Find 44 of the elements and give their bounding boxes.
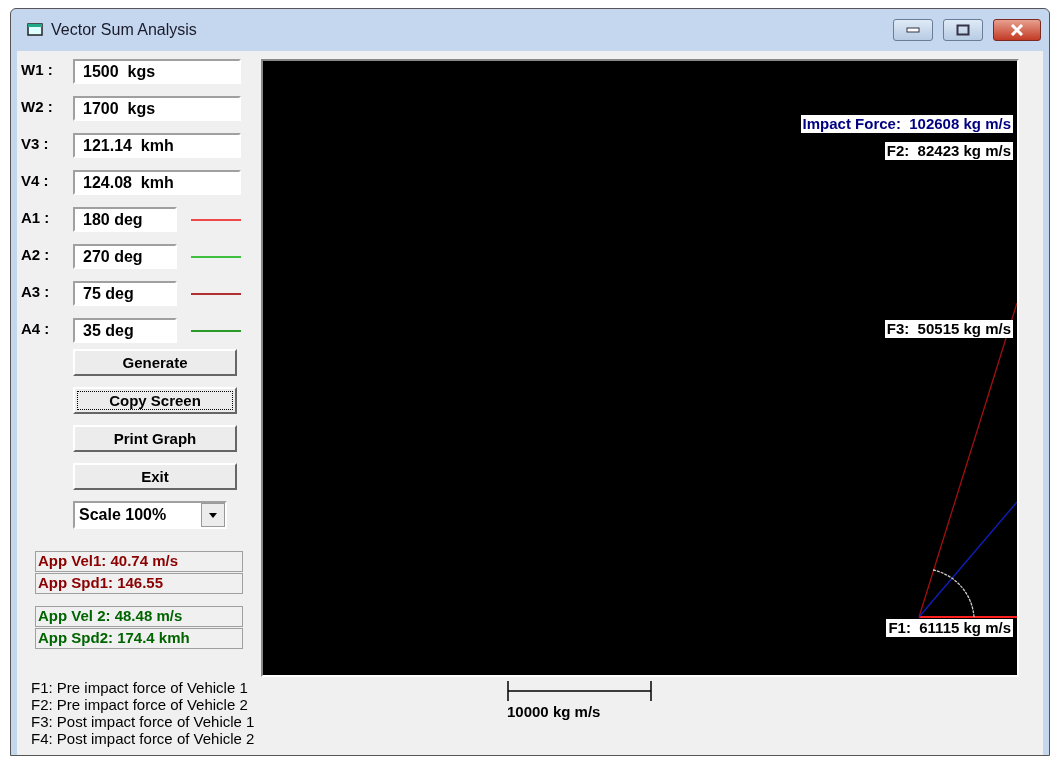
legend-text: F1: Pre impact force of Vehicle 1 [31, 679, 249, 696]
input-field[interactable]: 270 deg [73, 244, 177, 269]
field-label: A3 : [21, 282, 51, 300]
field-label: V4 : [21, 171, 50, 189]
input-field[interactable]: 121.14 kmh [73, 133, 241, 158]
close-icon [1009, 24, 1025, 36]
field-label: A1 : [21, 208, 51, 226]
window-title: Vector Sum Analysis [51, 21, 198, 39]
readout-label: App Vel 2: 48.48 m/s [35, 606, 243, 627]
field-label: A2 : [21, 245, 51, 263]
field-label: W1 : [21, 60, 54, 78]
close-button[interactable] [993, 19, 1041, 41]
scale-bar-label: 10000 kg m/s [507, 703, 602, 720]
action-button[interactable]: Copy Screen [73, 387, 237, 414]
input-field[interactable]: 75 deg [73, 281, 177, 306]
legend-text: F2: Pre impact force of Vehicle 2 [31, 696, 249, 713]
force-label: F2: 82423 kg m/s [884, 142, 1013, 160]
window-icon [27, 22, 45, 38]
force-label: F3: 50515 kg m/s [884, 320, 1013, 338]
minimize-button[interactable] [893, 19, 933, 41]
input-field[interactable]: 1700 kgs [73, 96, 241, 121]
force-label: F1: 61115 kg m/s [886, 619, 1013, 637]
legend-text: F4: Post impact force of Vehicle 2 [31, 730, 256, 747]
input-field[interactable]: 180 deg [73, 207, 177, 232]
field-label: A4 : [21, 319, 51, 337]
field-label: W2 : [21, 97, 54, 115]
action-button[interactable]: Print Graph [73, 425, 237, 452]
force-label: Impact Force: 102608 kg m/s [800, 115, 1013, 133]
input-field[interactable]: 1500 kgs [73, 59, 241, 84]
readout-label: App Vel1: 40.74 m/s [35, 551, 243, 572]
field-label: V3 : [21, 134, 50, 152]
action-button[interactable]: Generate [73, 349, 237, 376]
input-field[interactable]: 124.08 kmh [73, 170, 241, 195]
readout-label: App Spd1: 146.55 [35, 573, 243, 594]
action-button[interactable]: Exit [73, 463, 237, 490]
legend-text: F3: Post impact force of Vehicle 1 [31, 713, 256, 730]
input-field[interactable]: 35 deg [73, 318, 177, 343]
maximize-icon [956, 24, 970, 36]
scale-dropdown[interactable]: Scale 100% [73, 501, 227, 529]
minimize-icon [906, 27, 920, 33]
maximize-button[interactable] [943, 19, 983, 41]
caret-icon [209, 512, 217, 518]
readout-label: App Spd2: 174.4 kmh [35, 628, 243, 649]
angle-arc [932, 569, 975, 618]
